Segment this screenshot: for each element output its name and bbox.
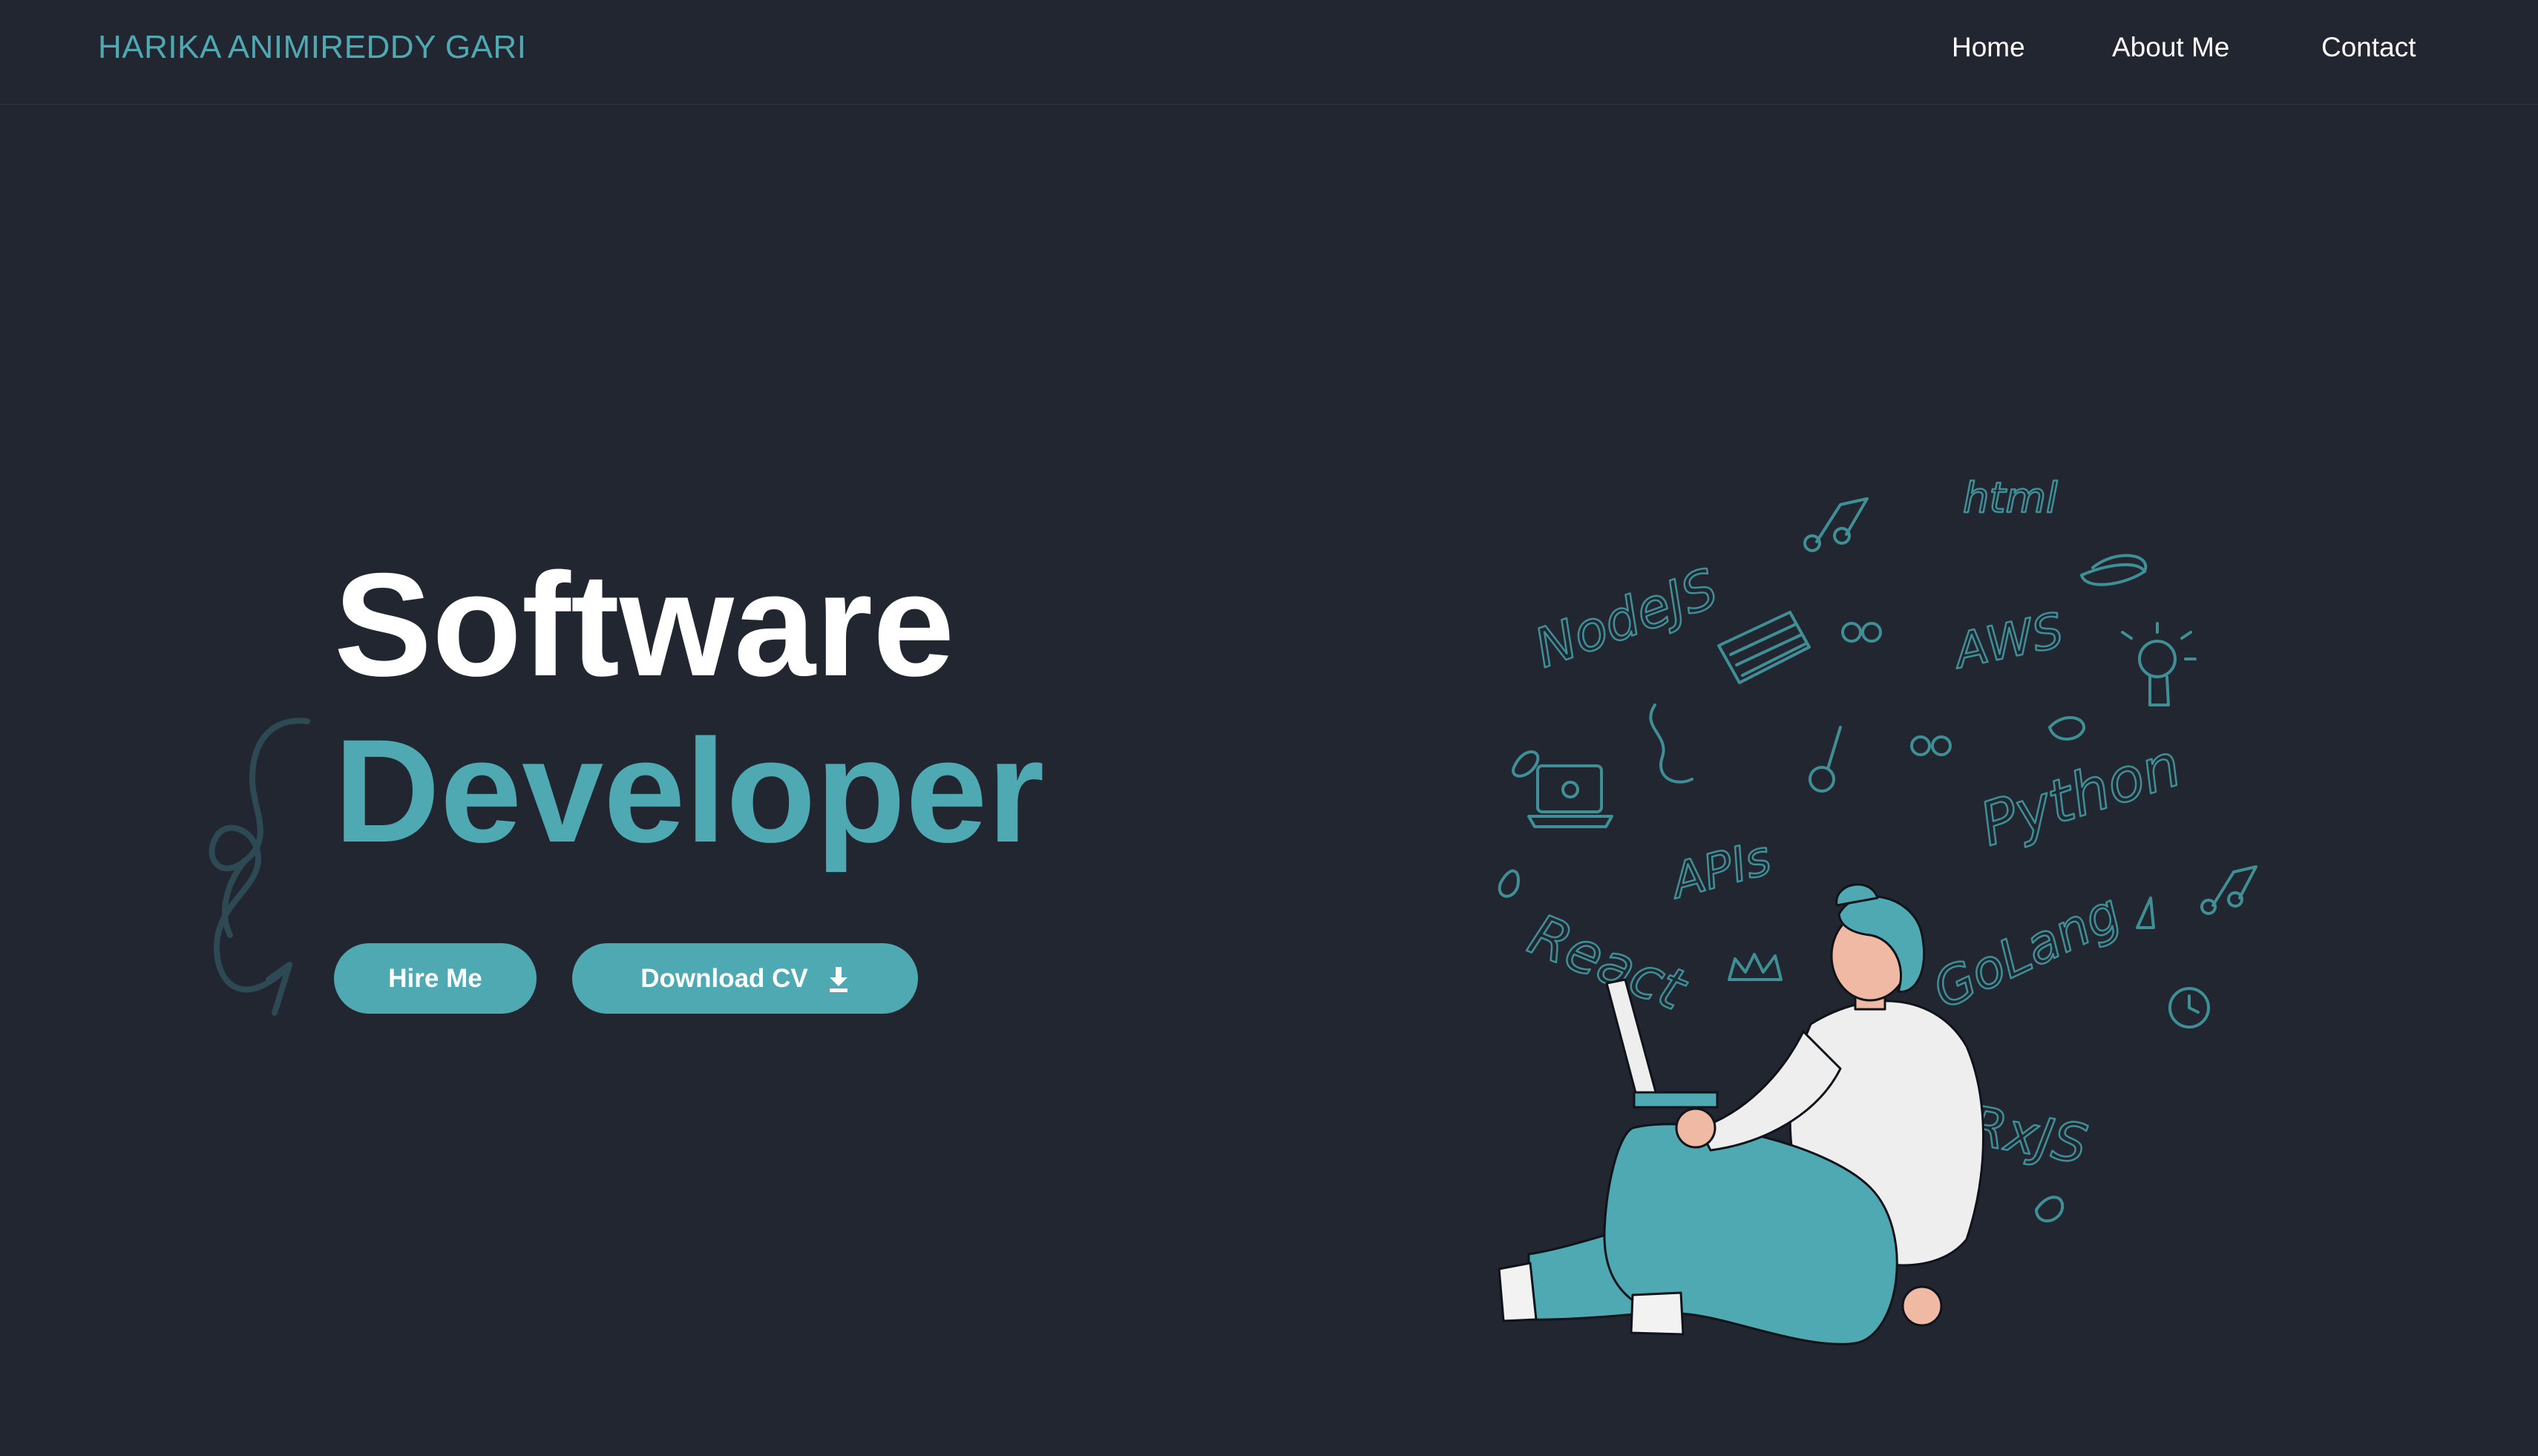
glasses-doodle [1841,622,1952,756]
scribble-doodle-3 [1498,869,1520,898]
lightbulb-doodle [2121,622,2197,706]
doodle-word-apis: APIs [1663,830,1777,910]
music-note-doodle [1803,497,1869,552]
laptop-doodle [1527,764,1613,828]
top-navigation-bar: HARIKA ANIMIREDDY GARI Home About Me Con… [0,0,2538,105]
download-icon [827,965,850,992]
music-note-doodle-2 [2200,865,2257,915]
doodle-word-html: html [1963,474,2058,522]
doodle-word-aws: AWS [1947,603,2068,681]
clock-doodle [2168,987,2210,1029]
hero-title: Software Developer [334,542,1044,874]
scribble-doodle-1 [2080,554,2148,586]
doodle-word-python: Python [1972,730,2188,859]
hero-title-line-software: Software [334,542,955,706]
squiggle-doodle [1649,704,1693,784]
bird-doodle [2048,716,2085,741]
scribble-doodle-2 [1512,750,1540,778]
keyboard-doodle [1717,611,1811,684]
crown-doodle [1728,953,1783,981]
hire-me-button[interactable]: Hire Me [334,943,537,1014]
developer-illustration: html NodeJS AWS APIs Python React GoLang… [1498,473,2257,1345]
hire-me-label: Hire Me [388,963,482,993]
download-cv-label: Download CV [640,963,808,993]
doodle-word-golang: GoLang [1924,882,2130,1020]
guitar-doodle [1809,726,1842,793]
nav-link-home[interactable]: Home [1952,28,2025,67]
nav-link-about-me[interactable]: About Me [2112,28,2229,67]
nav-link-contact[interactable]: Contact [2321,28,2416,67]
leaf-doodle [2035,1196,2065,1223]
page: HARIKA ANIMIREDDY GARI Home About Me Con… [0,0,2538,1456]
hero-title-line-developer: Developer [334,709,1045,873]
curled-arrow-decoration [209,718,310,1016]
download-cv-button[interactable]: Download CV [572,943,918,1014]
site-brand[interactable]: HARIKA ANIMIREDDY GARI [98,28,526,67]
main-nav: Home About Me Contact [1949,28,2453,67]
doodle-word-react: React [1520,901,1696,1023]
triangle-doodle [2136,896,2155,929]
doodle-word-nodejs: NodeJS [1527,557,1725,680]
